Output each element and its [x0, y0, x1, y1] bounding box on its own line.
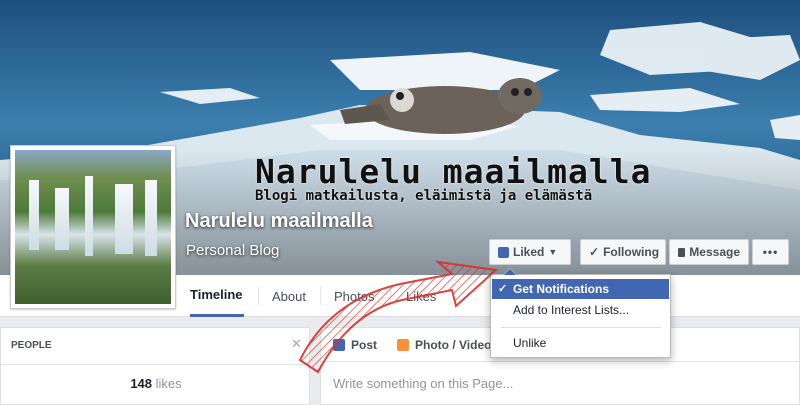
- checkmark-icon: ✓: [498, 283, 508, 295]
- page-category[interactable]: Personal Blog: [186, 242, 279, 259]
- likes-count-row[interactable]: 148 likes: [1, 376, 311, 391]
- checkmark-icon: ✓: [589, 245, 600, 259]
- more-options-button[interactable]: •••: [752, 239, 789, 265]
- tab-likes[interactable]: Likes: [406, 275, 436, 317]
- more-icon: •••: [762, 245, 779, 259]
- waterfall-shape: [55, 188, 69, 250]
- likes-count: 148: [130, 376, 153, 391]
- profile-picture[interactable]: [10, 145, 176, 309]
- message-button[interactable]: Message: [669, 239, 749, 265]
- waterfall-shape: [29, 180, 39, 250]
- divider: [1, 364, 311, 365]
- composer-tab-post-label: Post: [351, 338, 378, 352]
- facebook-page: Narulelu maailmalla Blogi matkailusta, e…: [0, 0, 800, 405]
- message-icon: [678, 247, 686, 257]
- cover-title: Narulelu maailmalla: [255, 152, 652, 191]
- tab-divider: [258, 287, 259, 305]
- menu-item-label: Unlike: [513, 336, 547, 350]
- liked-dropdown-menu: ✓ Get Notifications Add to Interest List…: [490, 268, 671, 358]
- composer-tab-photo-video[interactable]: Photo / Video: [397, 338, 491, 352]
- composer-input[interactable]: Write something on this Page...: [333, 376, 513, 391]
- liked-label: Liked: [513, 245, 545, 259]
- photo-icon: [397, 339, 409, 351]
- waterfall-shape: [115, 184, 133, 254]
- divider: [321, 361, 800, 362]
- menu-item-label: Add to Interest Lists...: [513, 303, 630, 317]
- menu-item-label: Get Notifications: [513, 282, 610, 296]
- profile-image: [15, 150, 171, 304]
- close-icon[interactable]: ✕: [291, 336, 302, 352]
- tab-divider: [320, 287, 321, 305]
- people-box: PEOPLE ✕ 148 likes: [0, 327, 311, 405]
- following-label: Following: [603, 245, 660, 259]
- pencil-icon: [333, 339, 345, 351]
- thumbs-up-icon: [498, 246, 509, 258]
- tab-photos[interactable]: Photos: [334, 275, 374, 317]
- page-name[interactable]: Narulelu maailmalla: [185, 210, 373, 233]
- menu-item-get-notifications[interactable]: ✓ Get Notifications: [492, 279, 669, 299]
- tab-timeline[interactable]: Timeline: [190, 275, 244, 317]
- menu-divider: [501, 327, 661, 328]
- message-label: Message: [689, 245, 740, 259]
- menu-item-add-to-interest-lists[interactable]: Add to Interest Lists...: [492, 300, 669, 320]
- likes-label: likes: [155, 376, 182, 391]
- cover-subtitle: Blogi matkailusta, eläimistä ja elämästä: [255, 188, 593, 204]
- liked-button[interactable]: Liked ▼: [489, 239, 571, 265]
- following-button[interactable]: ✓ Following: [580, 239, 666, 265]
- menu-item-unlike[interactable]: Unlike: [492, 333, 669, 353]
- chevron-down-icon: ▼: [548, 247, 558, 257]
- composer-tab-post[interactable]: Post: [333, 338, 377, 352]
- waterfall-shape: [145, 180, 157, 256]
- waterfall-shape: [85, 176, 93, 256]
- tab-about[interactable]: About: [272, 275, 306, 317]
- people-heading: PEOPLE: [11, 340, 52, 351]
- tab-divider: [390, 287, 391, 305]
- composer-tab-photo-label: Photo / Video: [415, 338, 492, 352]
